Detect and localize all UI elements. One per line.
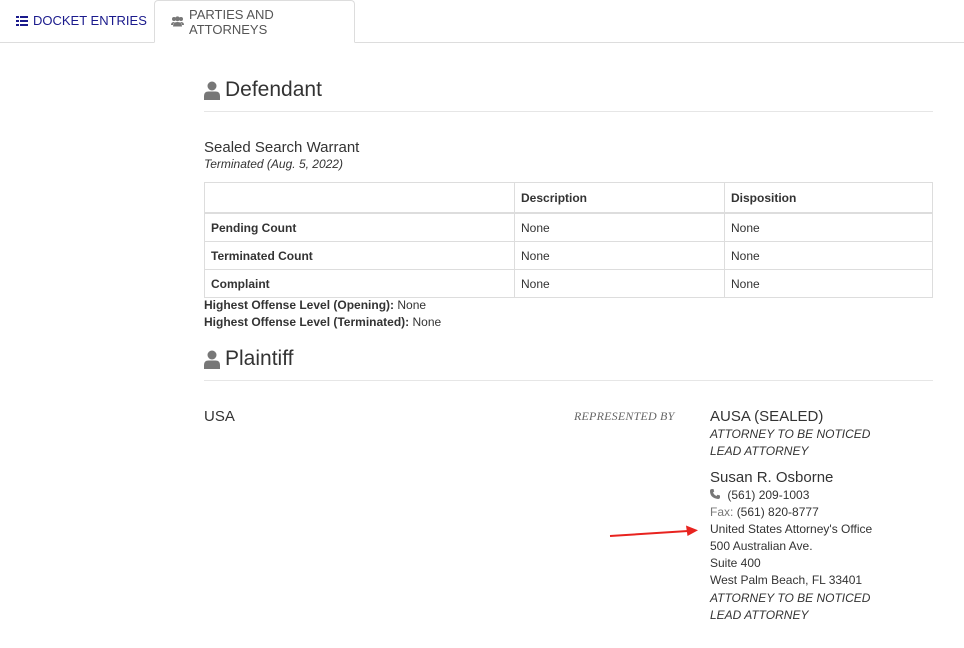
plaintiff-heading: Plaintiff [204,347,294,371]
attorney-phone-number: (561) 209-1003 [727,488,810,502]
table-header-row: Description Disposition [204,182,933,214]
plaintiff-heading-label: Plaintiff [225,347,294,370]
tab-parties-and-attorneys-label: PARTIES AND ATTORNEYS [189,6,274,37]
offense-level-terminated: Highest Offense Level (Terminated): None [204,315,441,329]
user-icon [204,81,220,100]
tab-docket-entries-label: DOCKET ENTRIES [33,13,147,28]
represented-by-label: REPRESENTED BY [574,409,675,423]
attorney-address-line: 500 Australian Ave. [710,539,813,553]
fax-number: (561) 820-8777 [736,505,819,519]
divider [204,111,933,112]
defendant-heading-label: Defendant [225,78,322,101]
annotation-arrow [609,525,698,537]
tab-parties-and-attorneys[interactable]: PARTIES AND ATTORNEYS [154,0,355,43]
offense-level-opening-label: Highest Offense Level (Opening): [204,298,395,312]
defendant-status: Terminated (Aug. 5, 2022) [204,157,343,171]
attorney-note: LEAD ATTORNEY [710,444,809,458]
attorney-name: Susan R. Osborne [710,469,834,486]
list-icon [16,15,28,26]
column-header-blank [204,182,515,214]
tab-bar: DOCKET ENTRIES PARTIES AND ATTORNEYS [0,0,964,43]
row-disposition: None [724,269,933,298]
row-disposition: None [724,212,933,242]
row-label: Pending Count [204,212,515,242]
row-disposition: None [724,241,933,270]
table-row: Terminated Count None None [204,241,933,270]
offense-level-terminated-value: None [412,315,442,329]
row-description: None [514,241,725,270]
attorney-fax: Fax: (561) 820-8777 [710,505,819,519]
plaintiff-name: USA [204,408,235,425]
attorney-note: ATTORNEY TO BE NOTICED [710,591,871,605]
attorney-address-line: West Palm Beach, FL 33401 [710,573,863,587]
phone-icon [710,488,724,502]
table-row: Pending Count None None [204,212,933,242]
counts-table: Description Disposition Pending Count No… [204,182,933,298]
divider [204,380,933,381]
defendant-heading: Defendant [204,78,322,102]
user-icon [204,350,220,369]
row-label: Terminated Count [204,241,515,270]
row-description: None [514,269,725,298]
row-label: Complaint [204,269,515,298]
attorney-note: LEAD ATTORNEY [710,608,809,622]
fax-label: Fax: [710,505,734,519]
defendant-name: Sealed Search Warrant [204,139,360,156]
attorney-address-line: Suite 400 [710,556,761,570]
column-header-disposition: Disposition [724,182,933,214]
column-header-description: Description [514,182,725,214]
table-row: Complaint None None [204,269,933,298]
users-icon [171,16,184,27]
offense-level-terminated-label: Highest Offense Level (Terminated): [204,315,410,329]
attorney-address-line: United States Attorney's Office [710,522,873,536]
offense-level-opening-value: None [397,298,427,312]
tab-docket-entries[interactable]: DOCKET ENTRIES [0,0,152,41]
attorney-phone: (561) 209-1003 [710,488,809,502]
offense-level-opening: Highest Offense Level (Opening): None [204,298,426,312]
row-description: None [514,212,725,242]
attorney-note: ATTORNEY TO BE NOTICED [710,427,871,441]
attorney-name: AUSA (SEALED) [710,408,824,425]
